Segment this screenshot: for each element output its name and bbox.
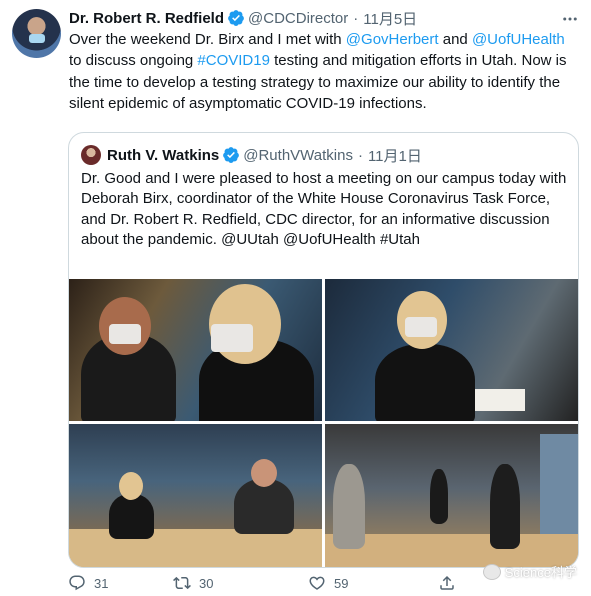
author-avatar[interactable] (12, 9, 61, 58)
reply-count: 31 (94, 575, 109, 591)
more-options-icon[interactable] (561, 10, 579, 28)
mention-uofuhealth[interactable]: @UofUHealth (472, 31, 565, 48)
retweet-count: 30 (199, 575, 214, 591)
tweet-text: Over the weekend Dr. Birx and I met with… (69, 29, 579, 114)
quoted-author-avatar (81, 145, 101, 165)
watermark: Science科学 (482, 562, 577, 581)
retweet-button[interactable]: 30 (173, 574, 308, 592)
photo-face-mask (211, 324, 253, 352)
heart-icon (309, 576, 325, 590)
retweet-icon (173, 576, 191, 590)
tweet-text-part: Over the weekend Dr. Birx and I met with (69, 31, 346, 48)
photo-person (375, 344, 475, 421)
tweet-date[interactable]: 11月5日 (363, 8, 417, 29)
reply-icon (69, 575, 85, 591)
tweet-text-part: and (438, 31, 472, 48)
avatar-mask (29, 34, 45, 43)
quoted-tweet-header: Ruth V. Watkins @RuthVWatkins · 11月1日 (81, 144, 422, 166)
tweet-text-part: to discuss ongoing (69, 52, 198, 70)
reply-button[interactable]: 31 (68, 574, 173, 592)
photo-face-mask (405, 317, 437, 337)
like-count: 59 (334, 575, 349, 591)
share-icon (440, 575, 454, 590)
photo-1[interactable] (69, 279, 322, 421)
mention-govherbert[interactable]: @GovHerbert (346, 31, 439, 48)
quoted-author-handle: @RuthVWatkins (243, 146, 353, 164)
photo-grid (69, 279, 578, 567)
watermark-label: Science科学 (504, 565, 577, 580)
photo-2[interactable] (325, 279, 578, 421)
photo-window (540, 434, 578, 534)
photo-person (333, 464, 365, 549)
hashtag-covid19[interactable]: #COVID19 (197, 52, 270, 69)
tweet-header: Dr. Robert R. Redfield @CDCDirector · 11… (69, 8, 591, 28)
wechat-logo-icon (482, 563, 501, 580)
photo-person (234, 479, 294, 534)
photo-person (430, 469, 448, 524)
quoted-tweet[interactable]: Ruth V. Watkins @RuthVWatkins · 11月1日 Dr… (68, 132, 579, 568)
photo-face-mask (109, 324, 141, 344)
photo-table (69, 529, 322, 567)
quoted-tweet-date: 11月1日 (367, 147, 422, 165)
quoted-tweet-text: Dr. Good and I were pleased to host a me… (81, 170, 567, 249)
photo-person-head (251, 459, 277, 487)
photo-person (109, 494, 154, 539)
author-name[interactable]: Dr. Robert R. Redfield (69, 10, 224, 27)
tweet-actions: 31 30 59 (68, 572, 464, 594)
share-button[interactable] (438, 574, 464, 592)
verified-badge-icon (223, 147, 240, 163)
quoted-author-name: Ruth V. Watkins (107, 146, 220, 164)
verified-badge-icon (228, 10, 244, 26)
like-button[interactable]: 59 (308, 574, 438, 592)
photo-person-head (119, 472, 143, 500)
author-handle[interactable]: @CDCDirector (248, 10, 348, 27)
photo-papers (475, 389, 525, 411)
photo-person (490, 464, 520, 549)
separator-dot: · (353, 9, 359, 27)
photo-3[interactable] (69, 424, 322, 567)
separator-dot: · (357, 146, 363, 164)
photo-4[interactable] (325, 424, 578, 567)
